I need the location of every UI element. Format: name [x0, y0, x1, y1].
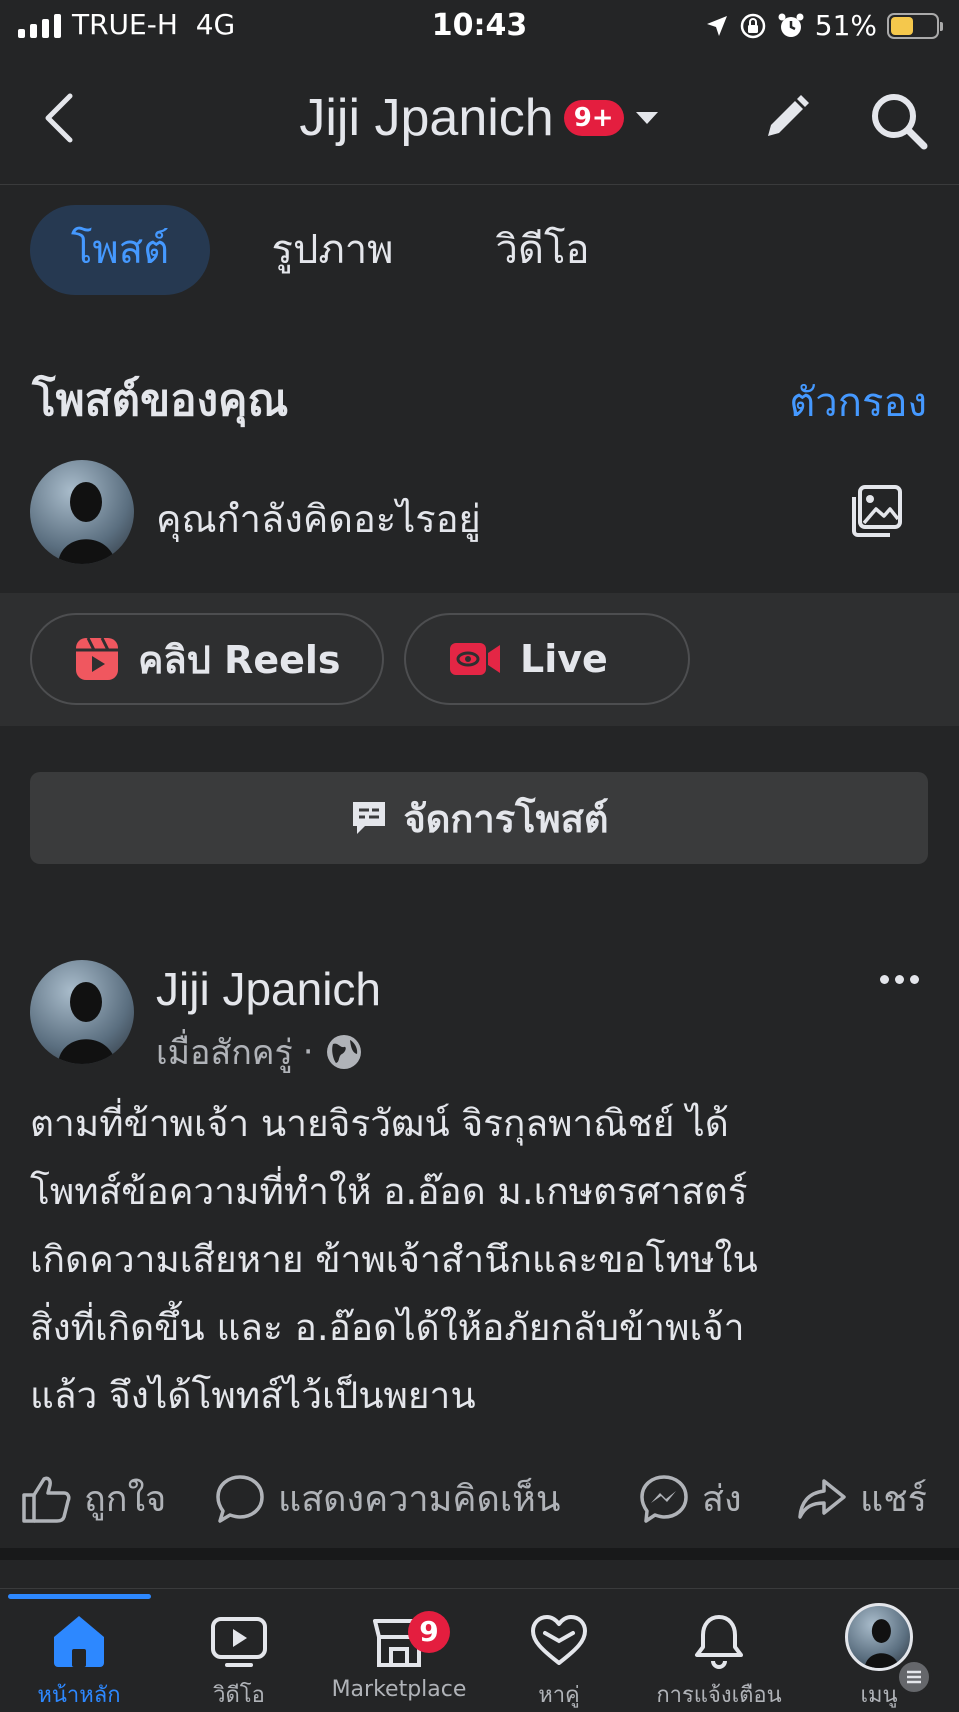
marketplace-badge: 9 [408, 1611, 450, 1653]
alarm-icon [777, 12, 805, 40]
dating-heart-icon [531, 1615, 587, 1665]
photo-icon [852, 485, 902, 537]
tab-photos[interactable]: รูปภาพ [245, 205, 420, 295]
nav-dating-label: หาคู่ [538, 1683, 580, 1708]
status-bar: TRUE-H 4G 10:43 51% [0, 0, 959, 58]
comment-button[interactable]: แสดงความคิดเห็น [214, 1470, 560, 1527]
caret-down-icon [635, 112, 658, 124]
post-divider [0, 1548, 959, 1560]
like-button[interactable]: ถูกใจ [20, 1470, 166, 1527]
live-label: Live [520, 637, 608, 681]
battery-percent: 51% [814, 9, 877, 42]
pencil-icon [768, 95, 809, 136]
composer-input[interactable]: คุณกำลังคิดอะไรอยู่ [156, 488, 481, 549]
share-button[interactable]: แชร์ [796, 1470, 927, 1527]
like-thumb-icon [22, 1476, 71, 1523]
location-arrow-icon [705, 14, 729, 38]
status-right: 51% [705, 9, 943, 42]
battery-icon [887, 12, 943, 39]
comment-label: แสดงความคิดเห็น [278, 1479, 561, 1520]
nav-home[interactable]: หน้าหลัก [4, 1589, 154, 1708]
nav-notifications-label: การแจ้งเตือน [656, 1683, 782, 1708]
rotation-lock-icon [739, 12, 767, 40]
reels-icon [76, 637, 118, 680]
post-meta: เมื่อสักครู่ · [156, 1025, 364, 1079]
video-icon [211, 1617, 267, 1667]
share-arrow-icon [798, 1478, 846, 1519]
manage-posts-button[interactable]: จัดการโพสต์ [30, 772, 928, 864]
page-title: Jiji Jpanich [299, 89, 554, 147]
messenger-icon [640, 1474, 688, 1523]
post-author-avatar[interactable] [30, 960, 134, 1064]
search-icon [872, 94, 928, 150]
nav-home-label: หน้าหลัก [37, 1683, 121, 1708]
page-header: Jiji Jpanich 9+ [0, 58, 959, 185]
nav-video[interactable]: วิดีโอ [164, 1589, 314, 1708]
post-text: ตามที่ข้าพเจ้า นายจิรวัฒน์ จิรกุลพาณิชย์… [30, 1102, 758, 1417]
nav-menu[interactable]: เมนู [804, 1589, 954, 1708]
post-more-options-icon[interactable] [880, 975, 919, 984]
active-tab-indicator [8, 1594, 151, 1599]
battery-level-fill [891, 16, 913, 35]
live-button[interactable]: Live [404, 613, 690, 705]
live-video-icon [450, 643, 500, 675]
user-silhouette-icon [58, 482, 116, 564]
manage-posts-icon [353, 802, 386, 834]
tab-videos[interactable]: วิดีโอ [455, 205, 630, 295]
bell-icon [695, 1615, 743, 1669]
section-title: โพสต์ของคุณ [32, 375, 289, 426]
nav-marketplace[interactable]: 9 Marketplace [324, 1589, 474, 1707]
nav-notifications[interactable]: การแจ้งเตือน [644, 1589, 794, 1708]
reels-button[interactable]: คลิป Reels [30, 613, 384, 705]
post-time[interactable]: เมื่อสักครู่ [156, 1025, 293, 1079]
avatar-menu-icon [845, 1603, 913, 1671]
manage-posts-label: จัดการโพสต์ [403, 796, 609, 841]
filter-link[interactable]: ตัวกรอง [789, 370, 927, 434]
tab-posts[interactable]: โพสต์ [30, 205, 210, 295]
reels-label: คลิป Reels [138, 637, 341, 682]
nav-dating[interactable]: หาคู่ [484, 1589, 634, 1708]
send-button[interactable]: ส่ง [638, 1470, 742, 1527]
share-label: แชร์ [860, 1479, 927, 1520]
nav-video-label: วิดีโอ [213, 1683, 265, 1708]
meta-separator: · [302, 1032, 314, 1072]
comment-bubble-icon [216, 1474, 264, 1523]
post-author-name[interactable]: Jiji Jpanich [156, 962, 381, 1016]
user-silhouette-icon [58, 982, 116, 1064]
bottom-tab-bar: หน้าหลัก วิดีโอ 9 Marketplace หาคู่ การแ… [0, 1588, 959, 1708]
globe-icon [326, 1035, 361, 1069]
home-icon [54, 1616, 104, 1667]
add-photo-button[interactable] [848, 483, 904, 539]
nav-marketplace-label: Marketplace [331, 1677, 467, 1702]
profile-switcher[interactable]: Jiji Jpanich 9+ [0, 88, 959, 148]
composer-avatar[interactable] [30, 460, 134, 564]
notification-badge: 9+ [563, 100, 624, 136]
search-button[interactable] [868, 90, 930, 152]
send-label: ส่ง [702, 1479, 742, 1520]
like-label: ถูกใจ [84, 1479, 167, 1520]
edit-button[interactable] [760, 92, 812, 144]
nav-menu-label: เมนู [860, 1683, 898, 1708]
